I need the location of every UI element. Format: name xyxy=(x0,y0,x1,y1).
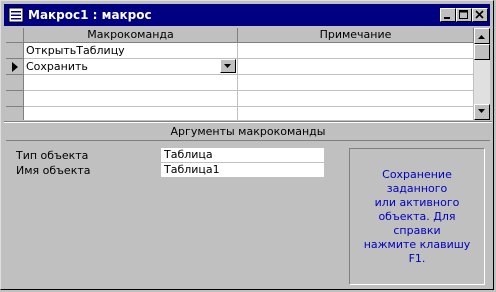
row-selector[interactable] xyxy=(6,75,24,91)
object-type-field[interactable]: Таблица xyxy=(161,148,324,162)
close-button[interactable] xyxy=(472,8,488,22)
close-icon xyxy=(475,10,484,19)
scroll-down-button[interactable] xyxy=(474,104,490,120)
chevron-down-icon xyxy=(224,64,231,68)
title-bar[interactable]: Макрос1 : макрос xyxy=(4,4,490,26)
section-divider xyxy=(4,121,492,123)
current-row-arrow-icon xyxy=(12,62,18,72)
row-selector[interactable] xyxy=(6,107,24,120)
column-header-note[interactable]: Примечание xyxy=(238,28,474,43)
grid-corner[interactable] xyxy=(6,28,24,43)
action-cell-current[interactable]: Сохранить xyxy=(24,59,238,75)
arrow-down-icon xyxy=(478,109,485,113)
maximize-icon xyxy=(459,10,468,19)
action-dropdown-button[interactable] xyxy=(220,59,236,73)
action-cell[interactable] xyxy=(24,75,238,91)
note-cell-current[interactable] xyxy=(238,59,474,75)
object-name-label: Имя объекта xyxy=(16,164,91,177)
scroll-up-button[interactable] xyxy=(474,28,490,44)
row-selector[interactable] xyxy=(6,43,24,59)
arguments-title: Аргументы макрокоманды xyxy=(6,124,490,141)
row-selector-current[interactable] xyxy=(6,59,24,75)
object-type-label: Тип объекта xyxy=(16,149,89,162)
row-selector[interactable] xyxy=(6,91,24,107)
minimize-button[interactable] xyxy=(440,8,456,22)
object-name-field[interactable]: Таблица1 xyxy=(161,163,324,177)
scroll-thumb[interactable] xyxy=(474,44,490,60)
maximize-button[interactable] xyxy=(456,8,472,22)
action-cell[interactable]: ОткрытьТаблицу xyxy=(24,43,238,59)
action-cell-text: Сохранить xyxy=(26,60,88,73)
note-cell[interactable] xyxy=(238,91,474,107)
macro-icon xyxy=(8,7,24,23)
arrow-up-icon xyxy=(478,35,485,39)
action-cell[interactable] xyxy=(24,91,238,107)
help-panel: Сохранение заданного или активного объек… xyxy=(349,148,485,285)
column-header-action[interactable]: Макрокоманда xyxy=(24,28,238,43)
window-title: Макрос1 : макрос xyxy=(28,8,152,22)
macro-grid: Макрокоманда Примечание ОткрытьТаблицу С… xyxy=(6,28,490,120)
note-cell[interactable] xyxy=(238,75,474,91)
macro-window: Макрос1 : макрос Макрокоманда Примечание… xyxy=(0,0,494,290)
note-cell[interactable] xyxy=(238,107,474,120)
note-cell[interactable] xyxy=(238,43,474,59)
action-cell[interactable] xyxy=(24,107,238,120)
vertical-scrollbar[interactable] xyxy=(474,28,490,120)
minimize-icon xyxy=(444,17,450,19)
